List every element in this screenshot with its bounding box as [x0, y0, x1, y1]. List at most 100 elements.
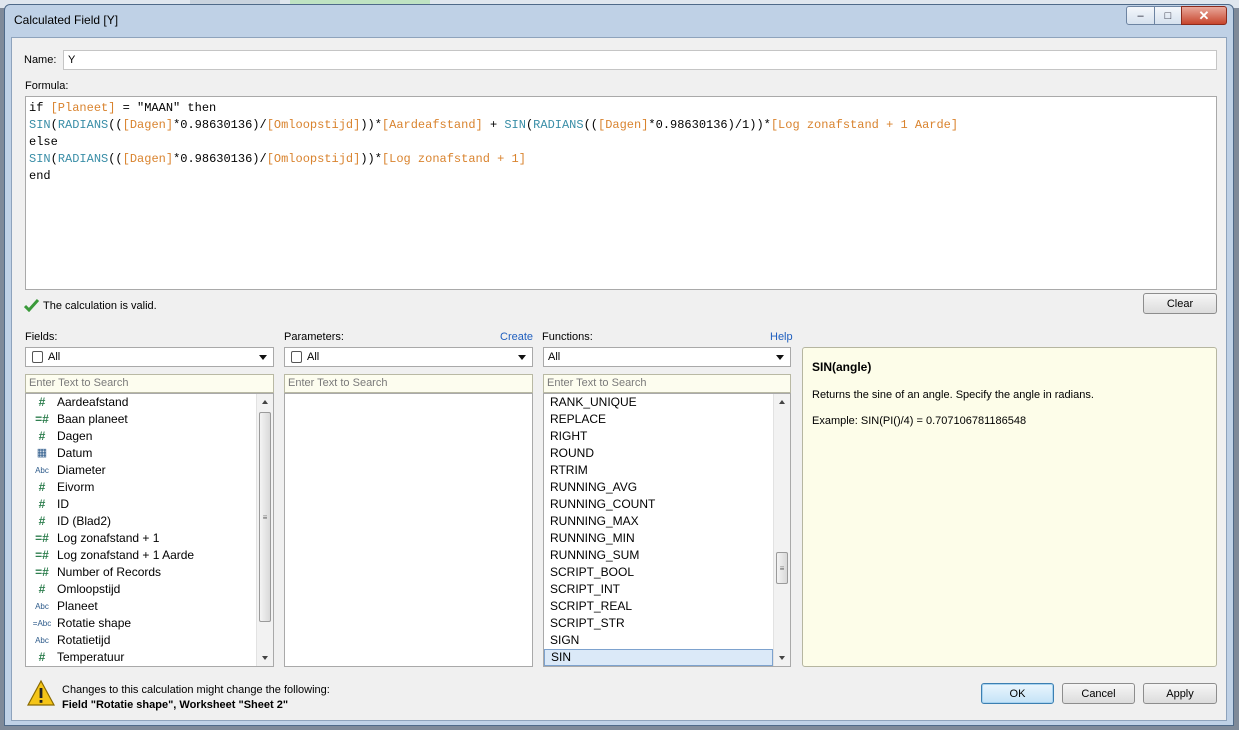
function-item[interactable]: SCRIPT_INT [544, 581, 773, 598]
number-icon: # [38, 514, 46, 528]
field-item[interactable]: # ID [26, 496, 69, 513]
functions-filter-dropdown[interactable]: All [543, 347, 791, 367]
checkmark-icon [24, 299, 39, 312]
number-icon: # [38, 480, 46, 494]
function-item[interactable]: RUNNING_MIN [544, 530, 773, 547]
functions-label: Functions: [542, 331, 593, 343]
help-link[interactable]: Help [770, 331, 793, 343]
field-item[interactable]: # Temperatuur [26, 649, 125, 666]
formula-field-token: [Aardeafstand] [381, 118, 483, 132]
maximize-button[interactable]: □ [1154, 6, 1182, 25]
field-name: Baan planeet [57, 412, 128, 426]
chevron-down-icon [776, 354, 784, 360]
field-item[interactable]: # Omloopstijd [26, 581, 121, 598]
formula-field-token: [Log zonafstand + 1 Aarde] [770, 118, 959, 132]
scroll-down-button[interactable] [257, 650, 273, 666]
apply-button[interactable]: Apply [1143, 683, 1217, 704]
field-item[interactable]: # ID (Blad2) [26, 513, 111, 530]
formula-text-token: ))* [360, 152, 382, 166]
parameters-label: Parameters: [284, 331, 344, 343]
string-icon: Abc [35, 466, 49, 475]
formula-text-token: ( [50, 118, 58, 132]
function-item[interactable]: SCRIPT_STR [544, 615, 773, 632]
clear-button[interactable]: Clear [1143, 293, 1217, 314]
formula-field-token: [Planeet] [50, 101, 116, 115]
function-item[interactable]: RUNNING_AVG [544, 479, 773, 496]
field-item[interactable]: Abc Diameter [26, 462, 106, 479]
functions-filter-value: All [548, 351, 561, 363]
name-field[interactable]: Y [63, 50, 1217, 70]
fields-select-all-checkbox[interactable] [32, 351, 43, 363]
fields-filter-dropdown[interactable]: All [25, 347, 274, 367]
calculated-field-dialog: Calculated Field [Y] – □ ✕ Name: Y Formu… [4, 4, 1234, 726]
ok-button[interactable]: OK [981, 683, 1054, 704]
function-item[interactable]: RUNNING_COUNT [544, 496, 773, 513]
function-item[interactable]: SCRIPT_BOOL [544, 564, 773, 581]
function-item[interactable]: SIGN [544, 632, 773, 649]
formula-text-token: + [482, 118, 505, 132]
formula-line: if [Planeet] = "MAAN" then [29, 100, 1213, 117]
field-item[interactable]: =# Log zonafstand + 1 Aarde [26, 547, 194, 564]
field-name: Aardeafstand [57, 395, 129, 409]
parameters-select-all-checkbox[interactable] [291, 351, 302, 363]
field-name: Log zonafstand + 1 [57, 531, 160, 545]
parameters-filter-dropdown[interactable]: All [284, 347, 533, 367]
scroll-thumb[interactable]: ≡ [776, 552, 788, 584]
maximize-icon: □ [1164, 9, 1172, 22]
function-item[interactable]: RANK_UNIQUE [544, 394, 773, 411]
formula-text-token: if [29, 101, 51, 115]
field-item[interactable]: =# Baan planeet [26, 411, 128, 428]
field-item[interactable]: # Dagen [26, 428, 93, 445]
field-item[interactable]: Abc Planeet [26, 598, 98, 615]
fields-search-input[interactable]: Enter Text to Search [25, 374, 274, 393]
number-icon: # [38, 497, 46, 511]
number-icon: # [38, 650, 46, 664]
function-item[interactable]: RIGHT [544, 428, 773, 445]
functions-search-input[interactable]: Enter Text to Search [543, 374, 791, 393]
scroll-up-button[interactable] [774, 394, 790, 410]
title-bar[interactable]: Calculated Field [Y] – □ ✕ [5, 5, 1233, 33]
field-item[interactable]: # Aardeafstand [26, 394, 129, 411]
create-parameter-link[interactable]: Create [500, 331, 533, 343]
function-item[interactable]: SCRIPT_REAL [544, 598, 773, 615]
function-item[interactable]: REPLACE [544, 411, 773, 428]
field-item[interactable]: ▦ Datum [26, 445, 93, 462]
field-name: Diameter [57, 463, 106, 477]
warning-text: Changes to this calculation might change… [62, 684, 330, 696]
formula-function-token: RADIANS [57, 152, 109, 166]
field-name: Number of Records [57, 565, 162, 579]
function-item[interactable]: RTRIM [544, 462, 773, 479]
formula-text-token: (( [108, 152, 123, 166]
function-item[interactable]: RUNNING_MAX [544, 513, 773, 530]
function-item[interactable]: ROUND [544, 445, 773, 462]
minimize-button[interactable]: – [1126, 6, 1155, 25]
field-item[interactable]: Abc Rotatietijd [26, 632, 110, 649]
formula-text-token: ( [50, 152, 58, 166]
functions-scrollbar[interactable]: ≡ [773, 394, 790, 666]
function-item[interactable]: SIN [544, 649, 773, 666]
scroll-up-button[interactable] [257, 394, 273, 410]
formula-field-token: [Omloopstijd] [266, 118, 361, 132]
field-item[interactable]: =Abc Rotatie shape [26, 615, 131, 632]
cancel-button[interactable]: Cancel [1062, 683, 1135, 704]
formula-text-token: end [29, 169, 51, 183]
formula-function-token: SIN [29, 152, 51, 166]
field-item[interactable]: =# Log zonafstand + 1 [26, 530, 159, 547]
dialog-body: Name: Y Formula: if [Planeet] = "MAAN" t… [11, 37, 1227, 721]
scroll-thumb[interactable]: ≡ [259, 412, 271, 622]
fields-scrollbar[interactable]: ≡ [256, 394, 273, 666]
scroll-down-button[interactable] [774, 650, 790, 666]
help-title: SIN(angle) [812, 360, 872, 374]
formula-function-token: SIN [504, 118, 526, 132]
window-title: Calculated Field [Y] [14, 13, 119, 27]
function-item[interactable]: RUNNING_SUM [544, 547, 773, 564]
field-item[interactable]: =# Number of Records [26, 564, 161, 581]
formula-text-token: (( [108, 118, 123, 132]
field-item[interactable]: # Eivorm [26, 479, 95, 496]
functions-list: SIN SIGN SCRIPT_STR SCRIPT_REAL SCRIPT_INT SC… [543, 393, 791, 667]
fields-filter-value: All [48, 351, 61, 363]
formula-editor[interactable]: if [Planeet] = "MAAN" then SIN(RADIANS(([… [25, 96, 1217, 290]
parameters-search-input[interactable]: Enter Text to Search [284, 374, 533, 393]
string-icon: Abc [35, 636, 49, 645]
close-button[interactable]: ✕ [1181, 6, 1227, 25]
